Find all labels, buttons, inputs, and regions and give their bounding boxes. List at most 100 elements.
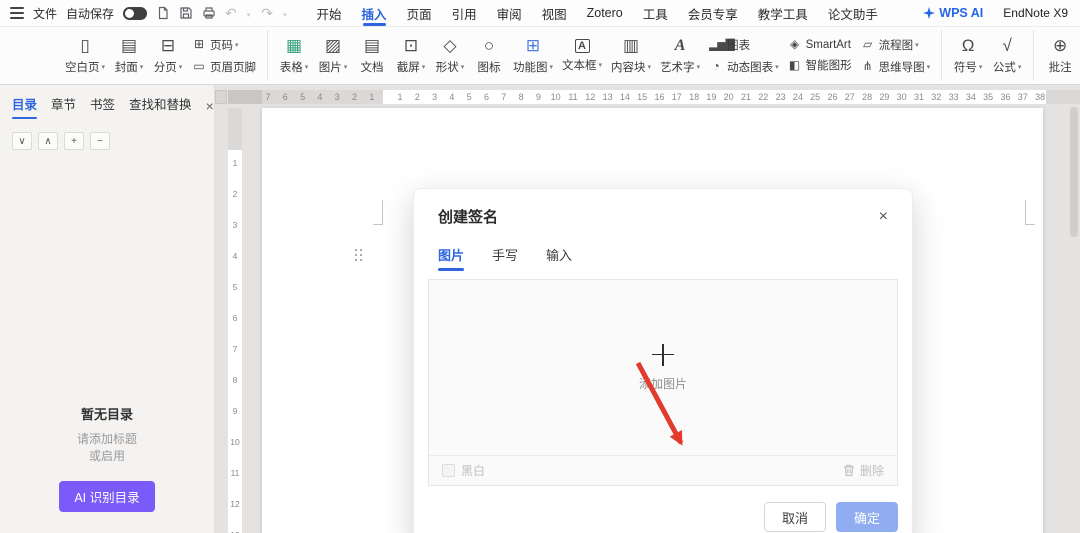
ribbon-item-label: 截屏 ▾: [396, 61, 426, 74]
sidebar-tab-2[interactable]: 章节: [51, 94, 76, 117]
picture-icon: ▨: [324, 35, 342, 55]
ribbon-smartart[interactable]: ◈ SmartArt: [788, 38, 852, 51]
cancel-button[interactable]: 取消: [764, 502, 826, 532]
sidebar-tab-4[interactable]: 查找和替换: [129, 94, 192, 117]
horizontal-ruler[interactable]: 7 6 5 4 3 2 1 1 2 3 4 5 6 7 8 9 10 11 12 13 14 15 16 17 18 19 20 21…: [228, 90, 1080, 104]
h-ruler-number: 35: [983, 91, 994, 102]
file-menu[interactable]: 文件: [33, 5, 57, 22]
ribbon-function-diagram[interactable]: ⊞ 功能图 ▾: [509, 35, 557, 77]
flowchart-icon: ▱: [862, 37, 873, 51]
app-menu-icon[interactable]: [10, 7, 24, 19]
h-ruler-number: 19: [706, 91, 717, 102]
ribbon-comment[interactable]: ⊕ 批注: [1041, 35, 1079, 77]
ribbon-stack: ◈ SmartArt ◧ 智能图形: [784, 38, 856, 73]
ribbon-formula[interactable]: √ 公式 ▾: [988, 35, 1026, 77]
h-ruler-number: 4: [449, 91, 455, 102]
h-ruler-number: 12: [585, 91, 596, 102]
screenshot-icon: ⊡: [403, 35, 419, 55]
menu-tab-10[interactable]: 教学工具: [758, 0, 808, 26]
expand-level-button[interactable]: +: [64, 132, 84, 150]
dropdown-arrow-icon: ▾: [775, 64, 779, 71]
sidebar-close-icon[interactable]: ×: [206, 99, 214, 113]
new-document-icon[interactable]: [156, 6, 170, 20]
ribbon-document[interactable]: ▤ 文档: [353, 35, 391, 77]
black-white-option[interactable]: 黑白: [442, 462, 485, 479]
ribbon-icon-library[interactable]: ○ 图标: [470, 35, 508, 77]
sidebar-tab-3[interactable]: 书签: [90, 94, 115, 117]
ribbon-table[interactable]: ▦ 表格 ▾: [275, 35, 313, 77]
ribbon-dynamic-chart[interactable]: ◔ 动态图表 ▾: [709, 59, 779, 75]
ribbon-picture[interactable]: ▨ 图片 ▾: [314, 35, 352, 77]
paragraph-drag-handle-icon[interactable]: [355, 249, 357, 251]
menu-tab-11[interactable]: 论文助手: [828, 0, 878, 26]
vertical-ruler[interactable]: 12345678910111213: [228, 108, 242, 533]
dialog-tab-1[interactable]: 图片: [438, 245, 465, 271]
formula-icon: √: [1002, 35, 1012, 55]
print-icon[interactable]: [202, 6, 216, 20]
ribbon-word-art[interactable]: A 艺术字 ▾: [656, 35, 704, 77]
dialog-tab-2[interactable]: 手写: [492, 245, 518, 267]
vertical-scrollbar[interactable]: [1070, 107, 1078, 529]
ribbon-page-break[interactable]: ⊟ 分页 ▾: [149, 35, 187, 77]
ribbon-screenshot[interactable]: ⊡ 截屏 ▾: [392, 35, 430, 77]
dialog-close-icon[interactable]: ×: [879, 208, 888, 225]
ribbon-page-number[interactable]: ⊞ 页码 ▾: [192, 37, 256, 53]
v-ruler-number: 7: [232, 344, 238, 354]
expand-combo-button[interactable]: ∨: [12, 132, 32, 150]
titlebar-right: WPS AI EndNote X9: [923, 6, 1068, 20]
v-ruler-number: 4: [232, 251, 238, 261]
wps-ai-button[interactable]: WPS AI: [923, 6, 983, 20]
collapse-button[interactable]: ∧: [38, 132, 58, 150]
redo-icon[interactable]: ↷: [261, 6, 273, 20]
ai-recognize-toc-button[interactable]: AI 识别目录: [59, 481, 155, 512]
autosave-toggle[interactable]: [123, 6, 148, 20]
h-ruler-number: 14: [619, 91, 630, 102]
h-ruler-number: 3: [334, 91, 340, 102]
endnote-menu[interactable]: EndNote X9: [1003, 6, 1068, 20]
menu-tab-4[interactable]: 引用: [452, 0, 477, 26]
ribbon-smart-graphics[interactable]: ◧ 智能图形: [788, 57, 852, 73]
menu-tab-3[interactable]: 页面: [407, 0, 432, 26]
ribbon-shapes[interactable]: ◇ 形状 ▾: [431, 35, 469, 77]
sidebar-tab-1[interactable]: 目录: [12, 94, 38, 119]
ribbon-flowchart[interactable]: ▱ 流程图 ▾: [861, 37, 931, 53]
dropzone-main[interactable]: 添加图片: [429, 280, 897, 455]
icon-library-icon: ○: [483, 35, 495, 55]
h-ruler-number: 22: [758, 91, 769, 102]
confirm-button[interactable]: 确定: [836, 502, 898, 532]
v-ruler-number: 3: [232, 220, 238, 230]
redo-dropdown-icon[interactable]: ▾: [283, 11, 287, 19]
ribbon-header-footer[interactable]: ▭ 页眉页脚: [192, 59, 256, 75]
signature-image-dropzone[interactable]: 添加图片 黑白 删除: [428, 279, 898, 486]
ribbon-content-block[interactable]: ▥ 内容块 ▾: [607, 35, 655, 77]
menu-tab-9[interactable]: 会员专享: [688, 0, 738, 26]
dropdown-arrow-icon: ▾: [343, 64, 348, 71]
ribbon-blank-page[interactable]: ▯ 空白页 ▾: [61, 35, 109, 77]
black-white-checkbox[interactable]: [442, 464, 455, 477]
delete-button[interactable]: 删除: [843, 462, 884, 479]
ribbon-cover[interactable]: ▤ 封面 ▾: [110, 35, 148, 77]
undo-icon[interactable]: ↶: [225, 6, 237, 20]
ribbon-symbol[interactable]: Ω 符号 ▾: [949, 35, 987, 77]
ribbon-item-label: 页码 ▾: [210, 39, 239, 52]
menu-tab-2[interactable]: 插入: [362, 0, 387, 26]
ribbon-chart[interactable]: ▂▅▇ 图表: [709, 37, 779, 53]
menu-tab-6[interactable]: 视图: [542, 0, 567, 26]
ribbon-mind-map[interactable]: ⋔ 思维导图 ▾: [861, 59, 931, 75]
save-icon[interactable]: [179, 6, 193, 20]
undo-dropdown-icon[interactable]: ▾: [247, 11, 251, 19]
dialog-tab-3[interactable]: 输入: [546, 245, 572, 267]
add-plus-icon: [652, 343, 674, 366]
toc-empty-title: 暂无目录: [80, 407, 133, 422]
ribbon-text-box[interactable]: A 文本框 ▾: [558, 37, 606, 75]
menu-tab-7[interactable]: Zotero: [587, 0, 623, 26]
scrollbar-thumb[interactable]: [1070, 107, 1078, 237]
add-image-label: 添加图片: [638, 376, 687, 391]
dropdown-arrow-icon: ▾: [101, 64, 106, 71]
menu-tab-1[interactable]: 开始: [317, 0, 342, 26]
ruler-corner-box[interactable]: [215, 90, 227, 104]
h-ruler-number: 7: [501, 91, 507, 102]
menu-tab-5[interactable]: 审阅: [497, 0, 522, 26]
menu-tab-8[interactable]: 工具: [643, 0, 668, 26]
collapse-level-button[interactable]: −: [90, 132, 110, 150]
